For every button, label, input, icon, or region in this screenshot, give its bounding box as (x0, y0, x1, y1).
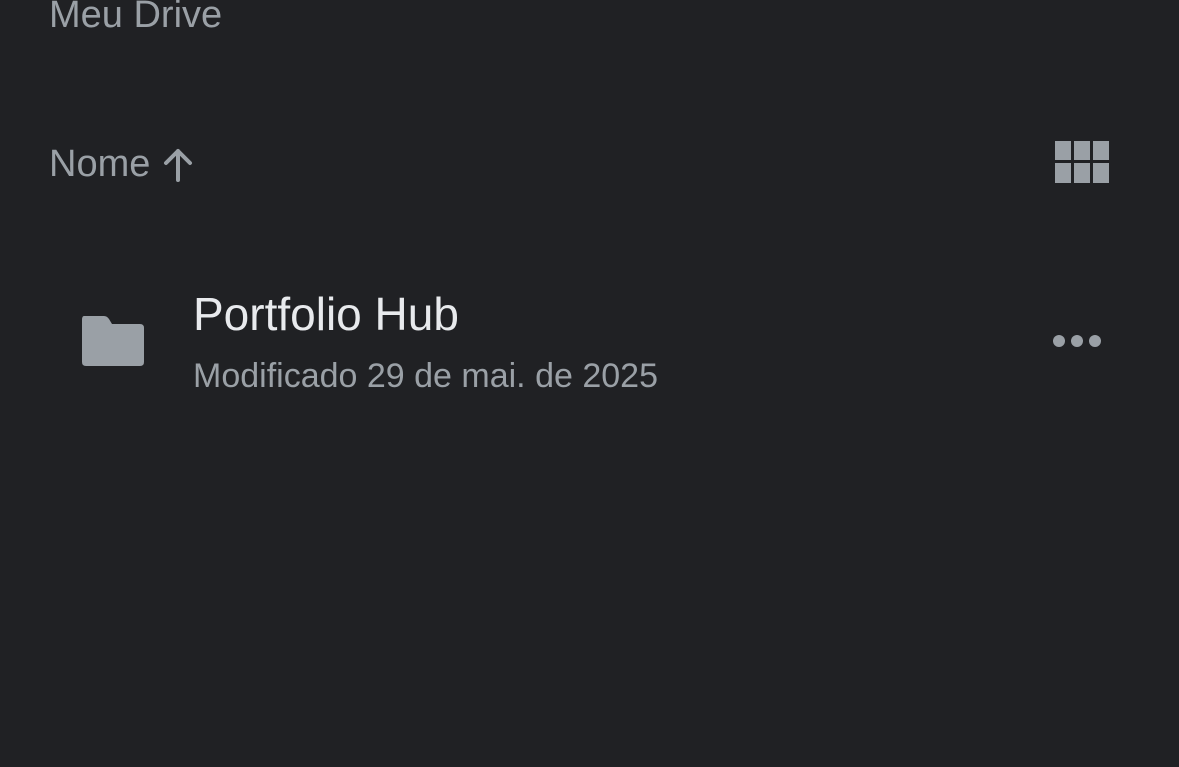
file-modified-date: Modificado 29 de mai. de 2025 (193, 357, 658, 395)
grid-view-icon (1055, 141, 1111, 185)
drive-screen: Meu Drive Nome Portfolio Hub Modificado … (0, 0, 1179, 767)
more-horizontal-icon (1046, 324, 1108, 358)
page-title: Meu Drive (49, 0, 223, 36)
grid-view-toggle-button[interactable] (1055, 141, 1111, 185)
more-options-button[interactable] (1046, 324, 1108, 358)
arrow-up-icon (150, 144, 198, 184)
sort-by-name-button[interactable]: Nome (49, 141, 198, 187)
sort-label: Nome (49, 143, 151, 185)
folder-icon (80, 314, 146, 368)
file-name: Portfolio Hub (193, 288, 459, 340)
file-list-item[interactable]: Portfolio Hub Modificado 29 de mai. de 2… (0, 270, 1179, 410)
